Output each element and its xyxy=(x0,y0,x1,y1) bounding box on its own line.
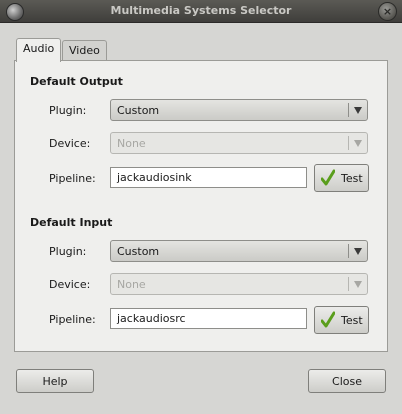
input-plugin-value: Custom xyxy=(117,245,160,258)
input-plugin-label: Plugin: xyxy=(49,245,87,258)
input-test-button[interactable]: Test xyxy=(314,306,369,334)
help-label: Help xyxy=(42,375,68,388)
input-device-select: None xyxy=(110,273,368,295)
output-test-button[interactable]: Test xyxy=(314,164,369,192)
chevron-down-icon xyxy=(354,281,362,288)
combo-separator xyxy=(348,244,349,258)
tab-audio[interactable]: Audio xyxy=(16,38,62,62)
window-title: Multimedia Systems Selector xyxy=(110,4,292,17)
tab-video[interactable]: Video xyxy=(62,40,107,60)
output-plugin-select[interactable]: Custom xyxy=(110,99,368,121)
checkmark-icon xyxy=(321,311,335,328)
output-device-select: None xyxy=(110,132,368,154)
input-pipeline-field[interactable]: jackaudiosrc xyxy=(110,308,307,329)
close-button[interactable]: Close xyxy=(308,369,386,393)
input-device-label: Device: xyxy=(49,278,91,291)
output-pipeline-label: Pipeline: xyxy=(49,172,96,185)
output-test-label: Test xyxy=(341,172,363,185)
combo-separator xyxy=(348,103,349,117)
output-device-label: Device: xyxy=(49,137,91,150)
default-output-heading: Default Output xyxy=(30,75,123,88)
combo-separator xyxy=(348,136,349,150)
chevron-down-icon xyxy=(354,140,362,147)
chevron-down-icon xyxy=(354,107,362,114)
combo-separator xyxy=(348,277,349,291)
input-device-value: None xyxy=(117,278,146,291)
input-pipeline-value: jackaudiosrc xyxy=(117,312,186,325)
output-pipeline-value: jackaudiosink xyxy=(117,171,192,184)
chevron-down-icon xyxy=(354,248,362,255)
input-test-label: Test xyxy=(341,314,363,327)
help-button[interactable]: Help xyxy=(16,369,94,393)
title-bar: Multimedia Systems Selector × xyxy=(0,0,402,23)
output-pipeline-field[interactable]: jackaudiosink xyxy=(110,167,307,188)
input-plugin-select[interactable]: Custom xyxy=(110,240,368,262)
output-device-value: None xyxy=(117,137,146,150)
default-input-heading: Default Input xyxy=(30,216,113,229)
checkmark-icon xyxy=(321,169,335,186)
close-label: Close xyxy=(332,375,362,388)
input-pipeline-label: Pipeline: xyxy=(49,313,96,326)
output-plugin-label: Plugin: xyxy=(49,104,87,117)
output-plugin-value: Custom xyxy=(117,104,160,117)
close-icon[interactable]: × xyxy=(378,2,397,21)
